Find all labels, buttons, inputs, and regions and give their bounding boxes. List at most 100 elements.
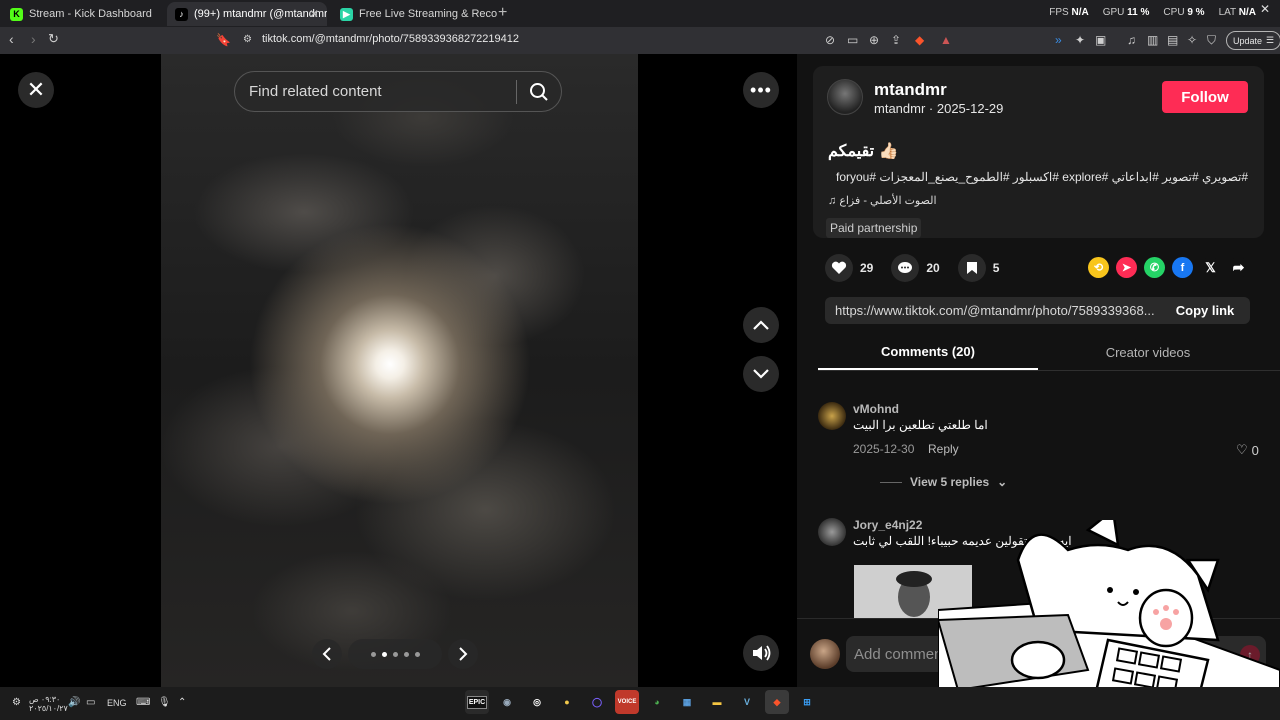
more-options-button[interactable]: ••• <box>743 72 779 108</box>
vs-code-icon[interactable]: V <box>735 690 759 714</box>
x-icon[interactable]: 𝕏 <box>1200 257 1221 278</box>
window-close-icon[interactable]: ✕ <box>1260 2 1270 16</box>
new-tab-button[interactable]: + <box>498 4 507 22</box>
steam-icon[interactable]: ◉ <box>495 690 519 714</box>
notification-app-icon[interactable]: ● <box>555 690 579 714</box>
post-hashtags[interactable]: #تصويري #تصوير #ابداعاتي #explore #اكسبل… <box>828 170 1248 184</box>
commenter-avatar[interactable] <box>818 518 846 546</box>
search-input[interactable] <box>235 83 516 100</box>
paid-partnership-badge: Paid partnership <box>826 218 922 238</box>
author-username[interactable]: mtandmr <box>874 80 947 100</box>
sidebar-icon[interactable]: ▣ <box>1095 33 1106 47</box>
reply-button[interactable]: Reply <box>928 442 959 456</box>
comment-like-button[interactable]: ♡ 0 <box>1236 442 1259 458</box>
commenter-username[interactable]: Jory_e4nj22 <box>853 518 922 532</box>
settings-icon[interactable]: ⚙ <box>12 697 21 708</box>
network-icon[interactable]: ▭ <box>86 697 95 708</box>
previous-post-button[interactable] <box>743 307 779 343</box>
view-replies-button[interactable]: View 5 replies ⌄ <box>880 475 1007 489</box>
tab-kick-dashboard[interactable]: K Stream - Kick Dashboard <box>2 2 166 26</box>
reload-icon[interactable]: ↻ <box>48 31 59 47</box>
address-bar[interactable]: tiktok.com/@mtandmr/photo/75893393682722… <box>262 33 519 45</box>
brave-shield-icon[interactable]: ◆ <box>915 33 924 47</box>
comment-item: vMohnd اما طلعتي تطلعين برا البيت 2025-1… <box>818 402 1259 502</box>
like-action[interactable]: 29 <box>825 254 873 282</box>
keyboard-icon[interactable]: ⌨ <box>136 697 150 708</box>
sound-button[interactable] <box>743 635 779 671</box>
file-explorer-icon[interactable]: ▬ <box>705 690 729 714</box>
tab-title: Free Live Streaming & Recording Sof <box>359 8 497 20</box>
rewards-icon[interactable]: ▲ <box>940 33 952 47</box>
forward-icon[interactable]: › <box>31 31 36 47</box>
previous-photo-button[interactable] <box>312 639 342 669</box>
kick-favicon-icon: K <box>10 7 23 21</box>
follow-button[interactable]: Follow <box>1162 81 1248 113</box>
post-music[interactable]: ♫ الصوت الأصلي - فزاع <box>828 194 937 207</box>
tab-title: Stream - Kick Dashboard <box>29 8 152 20</box>
repost-icon[interactable]: ⟲ <box>1088 257 1109 278</box>
store-icon[interactable]: ▦ <box>675 690 699 714</box>
carousel-dot[interactable] <box>370 651 376 657</box>
ai-icon[interactable]: ✧ <box>1187 33 1197 47</box>
save-action[interactable]: 5 <box>957 254 999 282</box>
tab-tiktok[interactable]: ♪ (99+) mtandmr (@mtandmr) | ✕ <box>167 2 327 26</box>
chevron-left-icon <box>322 647 331 661</box>
microphone-icon[interactable]: 🎙 <box>158 697 171 708</box>
tab-streaming-software[interactable]: ▶ Free Live Streaming & Recording Sof <box>332 2 497 26</box>
share-icon[interactable]: ⇪ <box>891 33 901 47</box>
commenter-avatar[interactable] <box>818 402 846 430</box>
carousel-dot-active[interactable] <box>381 651 387 657</box>
next-photo-button[interactable] <box>448 639 478 669</box>
update-button[interactable]: Update ☰ <box>1226 31 1280 50</box>
volume-icon[interactable]: 🔊 <box>68 697 80 708</box>
no-tracking-icon[interactable]: ⊘ <box>825 33 835 47</box>
my-avatar[interactable] <box>810 639 840 669</box>
voicemeeter-icon[interactable]: VOICE <box>615 690 639 714</box>
author-avatar[interactable] <box>827 79 863 115</box>
tray-expand-icon[interactable]: ⌃ <box>178 697 186 708</box>
post-photo[interactable] <box>161 54 638 687</box>
whatsapp-icon[interactable]: ✆ <box>1144 257 1165 278</box>
panel-tabs: Comments (20) Creator videos <box>818 334 1280 371</box>
brave-browser-icon[interactable]: ◆ <box>765 690 789 714</box>
tab-comments[interactable]: Comments (20) <box>818 334 1038 370</box>
browser-app-icon[interactable]: ◯ <box>585 690 609 714</box>
send-icon[interactable]: ➤ <box>1116 257 1137 278</box>
bookmark-icon[interactable]: 🔖 <box>216 33 231 47</box>
comment-action[interactable]: 20 <box>891 254 940 282</box>
gpu-stat: GPU 11 % <box>1102 7 1150 18</box>
epic-games-icon[interactable]: EPIC <box>465 690 489 714</box>
tab-close-icon[interactable]: ✕ <box>309 7 319 21</box>
search-button[interactable] <box>517 82 561 102</box>
wallet-icon[interactable]: ▤ <box>1167 33 1178 47</box>
comment-text: اما طلعتي تطلعين برا البيت <box>853 418 988 432</box>
obs-icon[interactable]: ◎ <box>525 690 549 714</box>
extension-icon[interactable]: » <box>1055 33 1062 47</box>
post-link[interactable]: https://www.tiktok.com/@mtandmr/photo/75… <box>825 303 1160 318</box>
site-info-icon[interactable]: ⚙ <box>243 34 252 45</box>
carousel-dot[interactable] <box>414 651 420 657</box>
author-subline: mtandmr · 2025-12-29 <box>874 101 1004 116</box>
carousel-dot[interactable] <box>403 651 409 657</box>
system-clock[interactable]: ٠٩:٣٠ ص ٢٠٢٥/١٠/٢٧ <box>29 695 68 713</box>
performance-stats: FPS N/A GPU 11 % CPU 9 % LAT N/A <box>1049 7 1256 18</box>
tab-creator-videos[interactable]: Creator videos <box>1038 334 1258 370</box>
commenter-username[interactable]: vMohnd <box>853 402 899 416</box>
windows-taskbar: ⚙ ٠٩:٣٠ ص ٢٠٢٥/١٠/٢٧ 🔊 ▭ ENG ⌨ 🎙 ⌃ EPIC … <box>0 687 1280 720</box>
cast-icon[interactable]: ▭ <box>847 33 858 47</box>
music-icon[interactable]: ♫ <box>1127 33 1136 47</box>
split-view-icon[interactable]: ▥ <box>1147 33 1158 47</box>
facebook-icon[interactable]: f <box>1172 257 1193 278</box>
next-post-button[interactable] <box>743 356 779 392</box>
language-indicator[interactable]: ENG <box>107 698 127 708</box>
vpn-icon[interactable]: ⛉ <box>1207 33 1216 48</box>
zoom-icon[interactable]: ⊕ <box>869 33 879 47</box>
chrome-icon[interactable]: ◕ <box>645 690 669 714</box>
share-arrow-icon[interactable]: ➦ <box>1228 257 1249 278</box>
windows-start-icon[interactable]: ⊞ <box>795 690 819 714</box>
puzzle-icon[interactable]: ✦ <box>1075 33 1085 47</box>
close-viewer-button[interactable]: ✕ <box>18 72 54 108</box>
back-icon[interactable]: ‹ <box>9 31 14 47</box>
carousel-dot[interactable] <box>392 651 398 657</box>
copy-link-button[interactable]: Copy link <box>1160 303 1250 318</box>
